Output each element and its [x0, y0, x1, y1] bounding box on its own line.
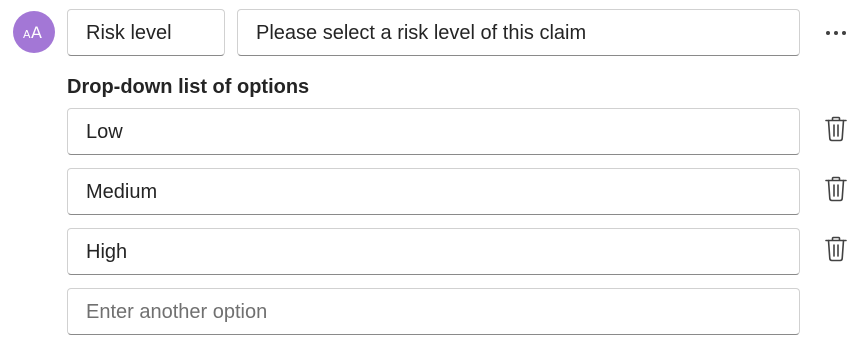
option-value: High	[86, 240, 128, 263]
trash-icon	[824, 236, 848, 267]
dropdown-question-editor: A A Risk level Please select a risk leve…	[0, 0, 868, 337]
delete-option-button[interactable]	[822, 176, 850, 206]
question-label-field[interactable]: Risk level	[67, 9, 225, 56]
options-section-title: Drop-down list of options	[67, 76, 310, 98]
question-label-value: Risk level	[86, 21, 172, 44]
option-value: Low	[86, 120, 123, 143]
svg-text:A: A	[31, 23, 42, 42]
ellipsis-icon	[825, 23, 847, 41]
font-size-icon: A A	[21, 22, 47, 42]
delete-option-button[interactable]	[822, 116, 850, 146]
question-description-field[interactable]: Please select a risk level of this claim	[237, 9, 800, 56]
option-input-high[interactable]: High	[67, 228, 800, 275]
more-options-button[interactable]	[818, 14, 854, 50]
delete-option-button[interactable]	[822, 236, 850, 266]
option-input-low[interactable]: Low	[67, 108, 800, 155]
trash-icon	[824, 116, 848, 147]
option-value: Medium	[86, 180, 158, 203]
trash-icon	[824, 176, 848, 207]
add-option-placeholder: Enter another option	[86, 300, 268, 323]
question-type-avatar: A A	[13, 11, 55, 53]
svg-text:A: A	[23, 28, 31, 41]
option-input-medium[interactable]: Medium	[67, 168, 800, 215]
add-option-input[interactable]: Enter another option	[67, 288, 800, 335]
question-description-value: Please select a risk level of this claim	[256, 21, 587, 44]
